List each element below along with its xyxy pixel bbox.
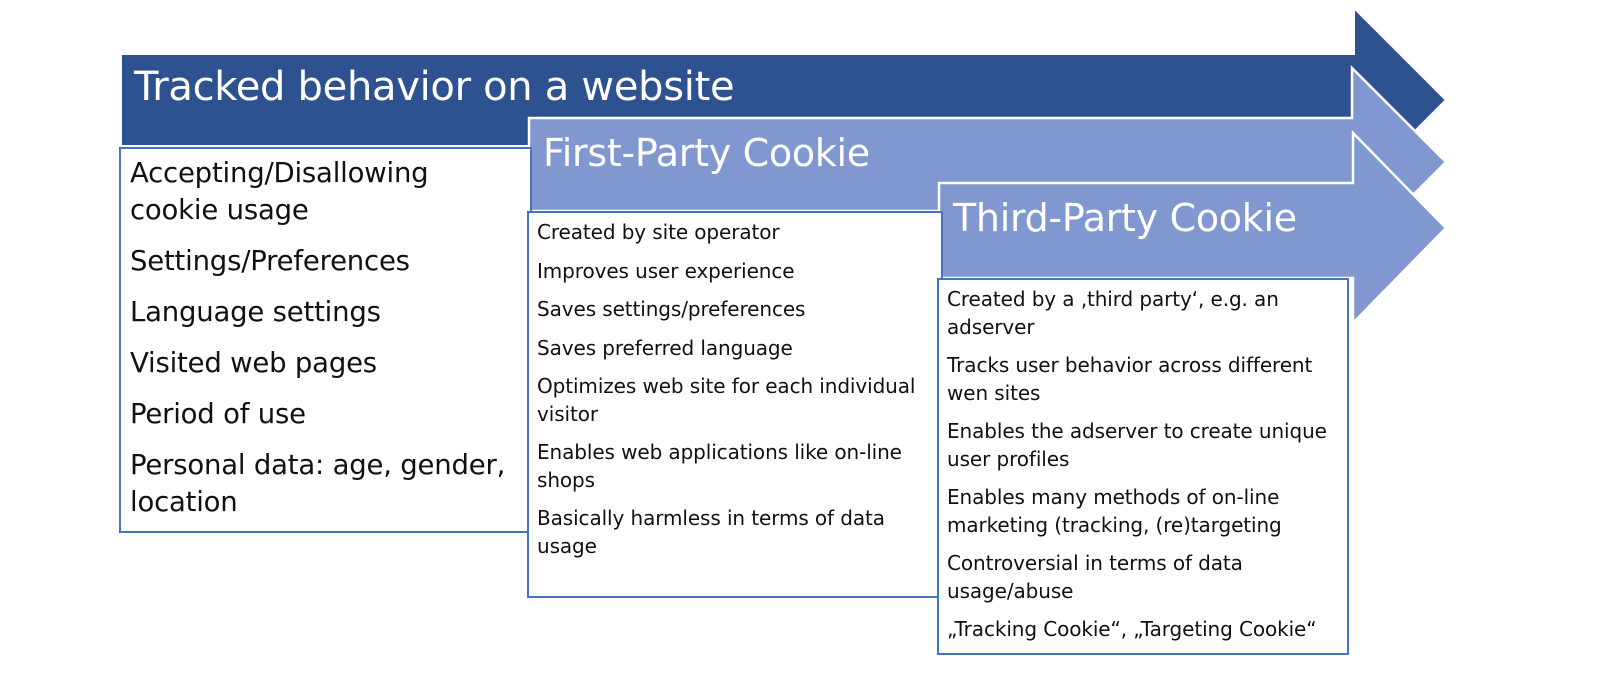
list-item: Tracks user behavior across different we…: [947, 353, 1313, 405]
list-item: Period of use: [130, 398, 306, 430]
list-item: Saves settings/preferences: [537, 297, 806, 321]
stage-title-first-party-cookie: First-Party Cookie: [543, 131, 870, 175]
third-party-cookie-list: Created by a ‚third party‘, e.g. an adse…: [947, 286, 1341, 644]
list-item: Enables many methods of on-line marketin…: [947, 485, 1282, 537]
list-item: Settings/Preferences: [130, 245, 410, 277]
list-item: Optimizes web site for each individual v…: [537, 374, 916, 426]
stage-title-third-party-cookie: Third-Party Cookie: [953, 196, 1297, 240]
list-item: Created by site operator: [537, 220, 780, 244]
list-item: „Tracking Cookie“, „Targeting Cookie“: [947, 617, 1317, 641]
list-item: Controversial in terms of data usage/abu…: [947, 551, 1243, 603]
list-item: Improves user experience: [537, 258, 795, 283]
first-party-cookie-list: Created by site operator Improves user e…: [537, 219, 935, 560]
list-item: Language settings: [130, 296, 381, 328]
list-item: Created by a ‚third party‘, e.g. an adse…: [947, 287, 1279, 339]
list-item: Saves preferred language: [537, 335, 793, 360]
tracked-behavior-box: Accepting/Disallowing cookie usage Setti…: [119, 147, 532, 533]
list-item: Basically harmless in terms of data usag…: [537, 506, 885, 558]
list-item: Accepting/Disallowing cookie usage: [130, 157, 429, 226]
third-party-cookie-box: Created by a ‚third party‘, e.g. an adse…: [937, 278, 1349, 655]
first-party-cookie-box: Created by site operator Improves user e…: [527, 211, 943, 598]
tracked-behavior-list: Accepting/Disallowing cookie usage Setti…: [130, 155, 522, 521]
list-item: Enables web applications like on-line sh…: [537, 440, 902, 492]
list-item: Personal data: age, gender, location: [130, 449, 506, 518]
list-item: Visited web pages: [130, 347, 377, 379]
stage-title-tracked-behavior: Tracked behavior on a website: [134, 64, 735, 110]
list-item: Enables the adserver to create unique us…: [947, 419, 1327, 471]
